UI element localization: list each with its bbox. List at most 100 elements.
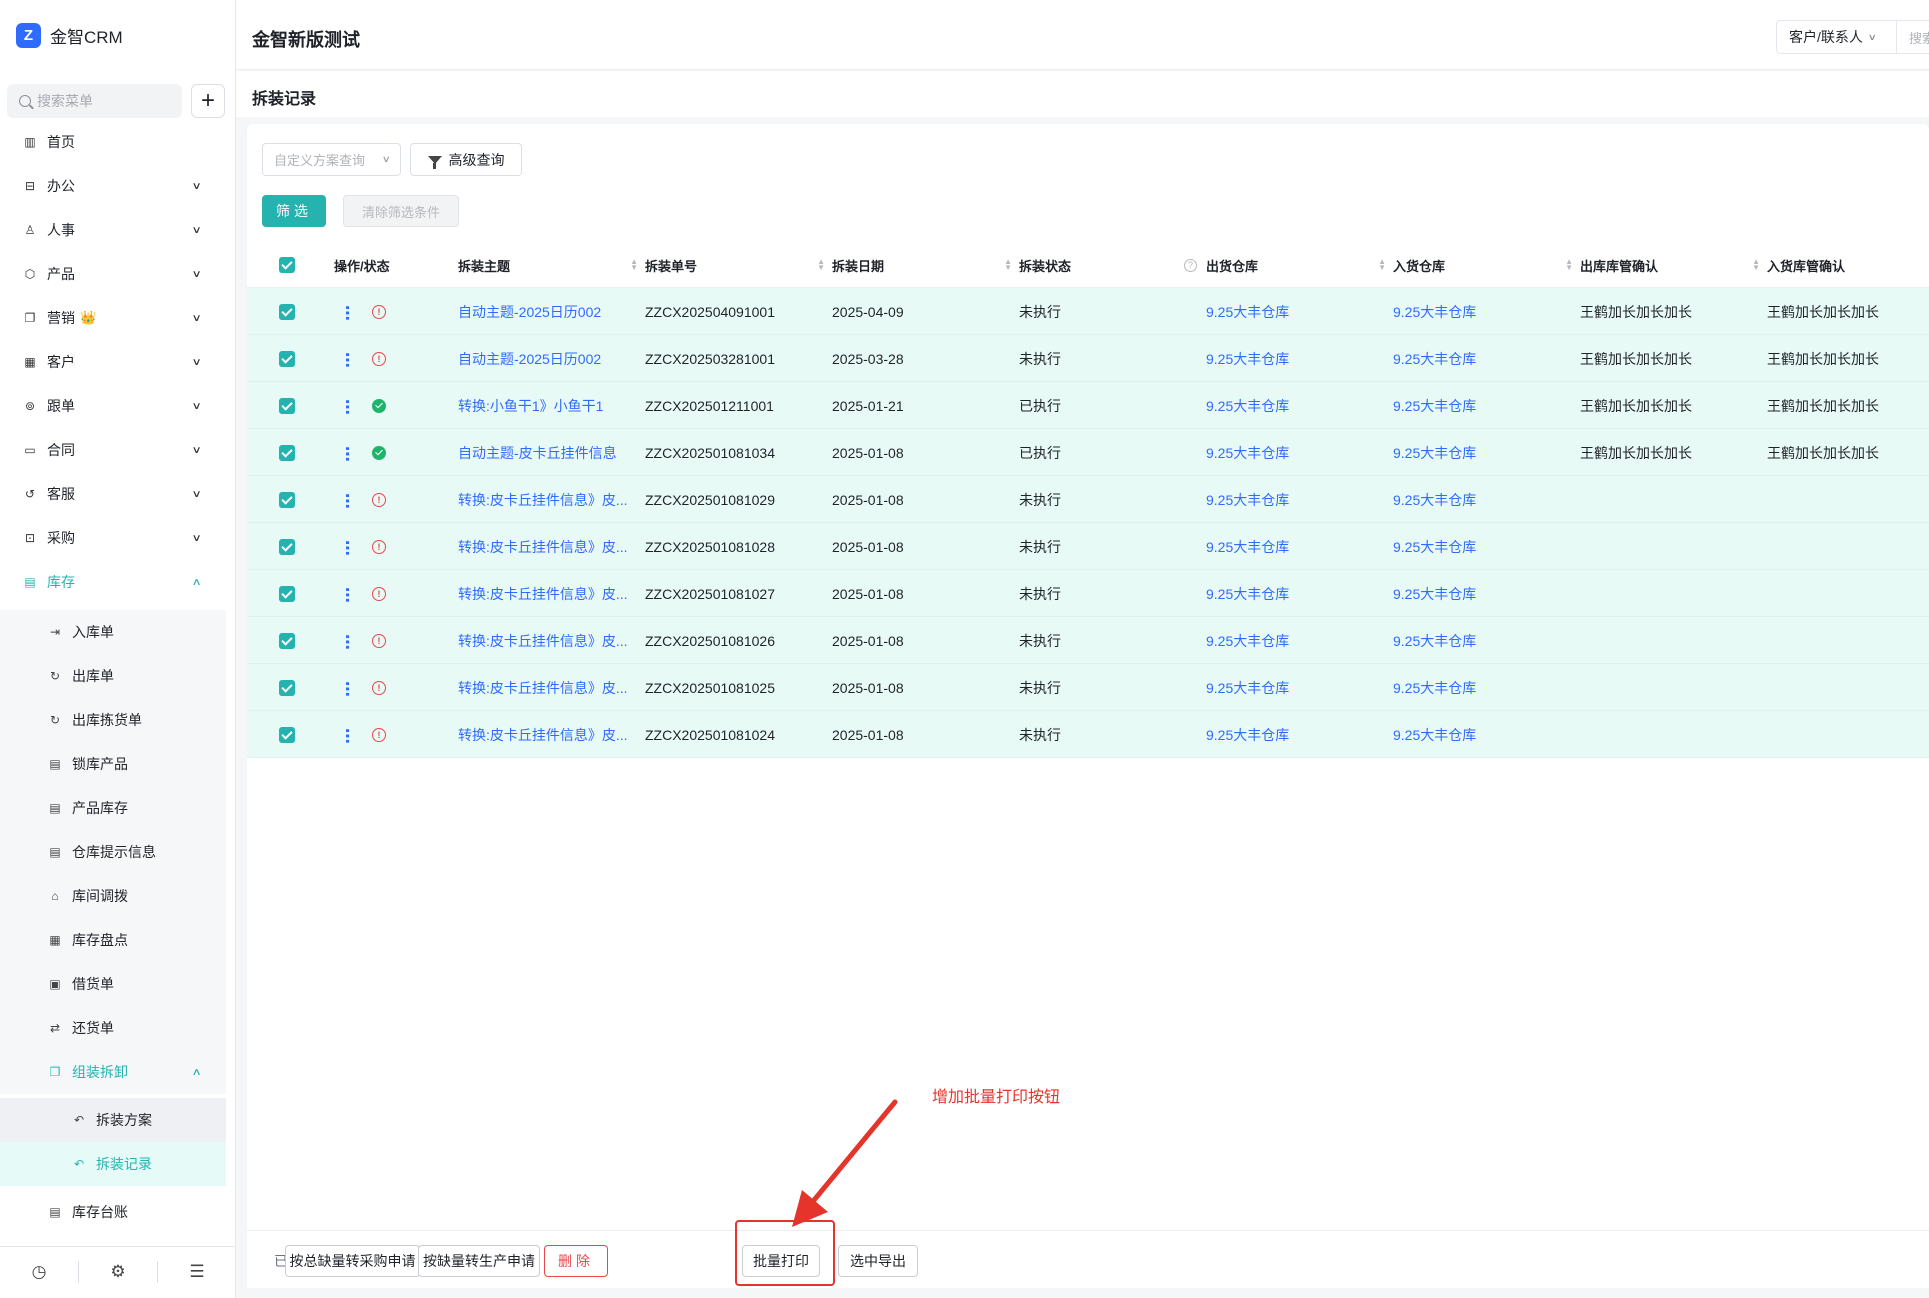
cell-out-wh[interactable]: 9.25大丰仓库 [1206,288,1376,335]
row-checkbox[interactable] [279,523,295,570]
more-actions-icon[interactable]: ⋯ [337,493,356,507]
cell-out-wh[interactable]: 9.25大丰仓库 [1206,711,1376,758]
sidebar-subsubitem[interactable]: ↶ 拆装方案 [0,1098,226,1142]
table-row[interactable]: ⋯! 转换:皮卡丘挂件信息》皮... ZZCX202501081027 2025-01… [247,570,1929,617]
sidebar-item[interactable]: ▦ 客户 ∨ [0,340,236,384]
cell-out-wh[interactable]: 9.25大丰仓库 [1206,382,1376,429]
cell-subject[interactable]: 自动主题-皮卡丘挂件信息 [458,429,628,476]
sidebar-subitem[interactable]: ❐ 组装拆卸 ∧ [0,1050,226,1094]
cell-out-wh[interactable]: 9.25大丰仓库 [1206,617,1376,664]
menu-search-input[interactable]: 搜索菜单 [7,84,182,118]
cell-out-wh[interactable]: 9.25大丰仓库 [1206,664,1376,711]
column-header[interactable]: 入货仓库 ▲ ▼ [1393,242,1573,288]
sort-icon[interactable]: ▲ ▼ [1565,258,1573,272]
table-row[interactable]: ⋯ 转换:小鱼干1》小鱼干1 ZZCX202501211001 2025-01-21 已… [247,382,1929,429]
column-header[interactable]: 拆装单号 ▲ ▼ [645,242,825,288]
sidebar-subitem[interactable]: ↻ 出库拣货单 [0,698,226,742]
settings-icon[interactable]: ⚙ [79,1262,157,1282]
table-row[interactable]: ⋯ 自动主题-皮卡丘挂件信息 ZZCX202501081034 2025-01-08 已… [247,429,1929,476]
cell-subject[interactable]: 自动主题-2025日历002 [458,288,628,335]
table-row[interactable]: ⋯! 转换:皮卡丘挂件信息》皮... ZZCX202501081028 2025-01… [247,523,1929,570]
select-all-checkbox[interactable] [279,242,295,288]
cell-subject[interactable]: 转换:皮卡丘挂件信息》皮... [458,523,628,570]
cell-subject[interactable]: 自动主题-2025日历002 [458,335,628,382]
sidebar-item[interactable]: ⊟ 办公 ∨ [0,164,236,208]
cell-in-wh[interactable]: 9.25大丰仓库 [1393,664,1563,711]
row-checkbox[interactable] [279,335,295,382]
sidebar-subitem[interactable]: ⇥ 入库单 [0,610,226,654]
row-checkbox[interactable] [279,664,295,711]
sidebar-item[interactable]: ▥ 首页 [0,120,236,164]
row-checkbox[interactable] [279,429,295,476]
column-header[interactable]: 拆装日期 ▲ ▼ [832,242,1012,288]
more-actions-icon[interactable]: ⋯ [337,681,356,695]
more-actions-icon[interactable]: ⋯ [337,634,356,648]
convert-to-production-button[interactable]: 按缺量转生产申请 [418,1245,540,1277]
brand[interactable]: Z 金智CRM [16,22,123,48]
convert-to-purchase-button[interactable]: 按总缺量转采购申请 [285,1245,420,1277]
sidebar-item[interactable]: ↺ 客服 ∨ [0,472,236,516]
history-icon[interactable]: ◷ [0,1262,78,1282]
column-header[interactable]: 拆装主题 ▲ ▼ [458,242,638,288]
sort-icon[interactable]: ▲ ▼ [630,258,638,272]
cell-subject[interactable]: 转换:皮卡丘挂件信息》皮... [458,617,628,664]
cell-in-wh[interactable]: 9.25大丰仓库 [1393,711,1563,758]
export-selected-button[interactable]: 选中导出 [838,1245,918,1277]
row-checkbox[interactable] [279,570,295,617]
sidebar-item[interactable]: ⊚ 跟单 ∨ [0,384,236,428]
more-actions-icon[interactable]: ⋯ [337,540,356,554]
cell-in-wh[interactable]: 9.25大丰仓库 [1393,288,1563,335]
add-button[interactable]: + [191,84,225,118]
more-actions-icon[interactable]: ⋯ [337,446,356,460]
more-actions-icon[interactable]: ⋯ [337,399,356,413]
row-checkbox[interactable] [279,288,295,335]
sidebar-item[interactable]: ▤ 库存 ∧ [0,560,236,604]
sidebar-subitem[interactable]: ⇄ 还货单 [0,1006,226,1050]
cell-out-wh[interactable]: 9.25大丰仓库 [1206,429,1376,476]
collapse-menu-icon[interactable]: ☰ [158,1262,236,1282]
more-actions-icon[interactable]: ⋯ [337,352,356,366]
row-checkbox[interactable] [279,711,295,758]
cell-subject[interactable]: 转换:皮卡丘挂件信息》皮... [458,711,628,758]
table-row[interactable]: ⋯! 转换:皮卡丘挂件信息》皮... ZZCX202501081026 2025-01… [247,617,1929,664]
global-search-input[interactable]: 搜索 [1896,20,1929,54]
cell-subject[interactable]: 转换:小鱼干1》小鱼干1 [458,382,628,429]
custom-scheme-select[interactable]: 自定义方案查询 ∨ [262,143,401,176]
sidebar-subitem[interactable]: ▤ 锁库产品 [0,742,226,786]
cell-in-wh[interactable]: 9.25大丰仓库 [1393,523,1563,570]
more-actions-icon[interactable]: ⋯ [337,728,356,742]
column-header[interactable]: 出库库管确认 ▲ ▼ [1580,242,1760,288]
sidebar-item[interactable]: ▭ 合同 ∨ [0,428,236,472]
sidebar-item[interactable]: ⬡ 产品 ∨ [0,252,236,296]
cell-out-wh[interactable]: 9.25大丰仓库 [1206,570,1376,617]
sidebar-subitem[interactable]: ↻ 出库单 [0,654,226,698]
sidebar-subsubitem[interactable]: ↶ 拆装记录 [0,1142,226,1186]
sidebar-subitem[interactable]: ▦ 库存盘点 [0,918,226,962]
column-header[interactable]: 入货库管确认▲▼ [1767,242,1929,288]
help-icon[interactable]: ? [1184,258,1197,272]
sidebar-subitem[interactable]: ▤ 产品库存 [0,786,226,830]
cell-in-wh[interactable]: 9.25大丰仓库 [1393,429,1563,476]
cell-out-wh[interactable]: 9.25大丰仓库 [1206,335,1376,382]
cell-out-wh[interactable]: 9.25大丰仓库 [1206,523,1376,570]
clear-filter-button[interactable]: 清除筛选条件 [343,195,459,227]
sort-icon[interactable]: ▲ ▼ [1378,258,1386,272]
table-row[interactable]: ⋯! 自动主题-2025日历002 ZZCX202503281001 2025-03-… [247,335,1929,382]
sort-icon[interactable]: ▲ ▼ [1752,258,1760,272]
sidebar-subitem[interactable]: ⌂ 库间调拨 [0,874,226,918]
table-row[interactable]: ⋯! 自动主题-2025日历002 ZZCX202504091001 2025-04-… [247,288,1929,335]
search-scope-select[interactable]: 客户/联系人 ∨ [1776,20,1896,54]
sidebar-item[interactable]: ♙ 人事 ∨ [0,208,236,252]
table-row[interactable]: ⋯! 转换:皮卡丘挂件信息》皮... ZZCX202501081029 2025-01… [247,476,1929,523]
row-checkbox[interactable] [279,382,295,429]
cell-subject[interactable]: 转换:皮卡丘挂件信息》皮... [458,664,628,711]
more-actions-icon[interactable]: ⋯ [337,587,356,601]
more-actions-icon[interactable]: ⋯ [337,305,356,319]
sort-icon[interactable]: ▲ ▼ [1004,258,1012,272]
filter-button[interactable]: 筛选 [262,195,326,227]
sidebar-subitem[interactable]: ▤ 库存台账 [0,1190,226,1234]
column-header[interactable]: 出货仓库 ▲ ▼ [1206,242,1386,288]
sidebar-subitem[interactable]: ▤ 仓库提示信息 [0,830,226,874]
cell-subject[interactable]: 转换:皮卡丘挂件信息》皮... [458,570,628,617]
cell-in-wh[interactable]: 9.25大丰仓库 [1393,570,1563,617]
